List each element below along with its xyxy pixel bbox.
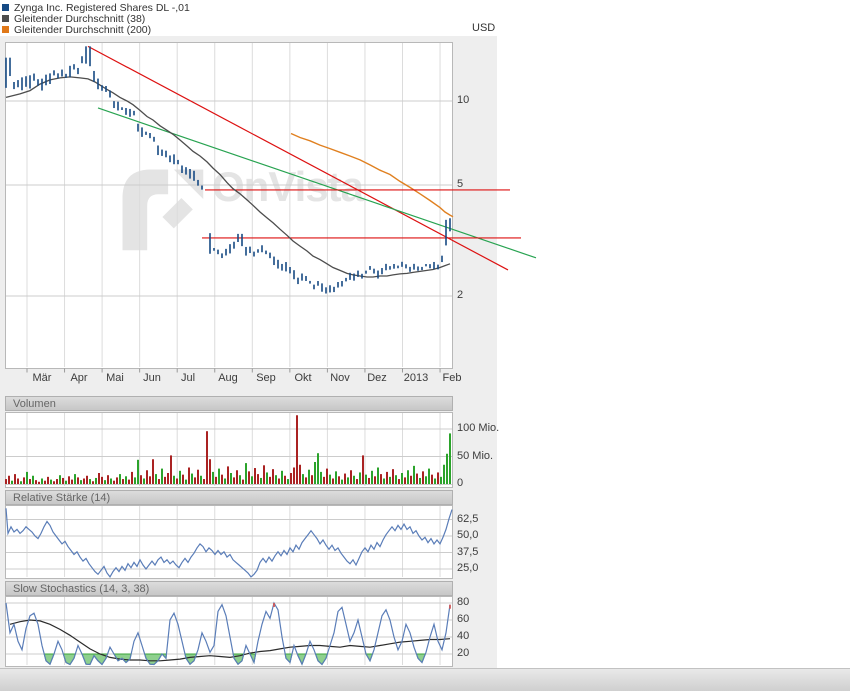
- volume-plot: [5, 412, 453, 488]
- bottom-status-bar: [0, 668, 850, 691]
- volume-panel-header: Volumen: [5, 396, 453, 411]
- rsi-panel-header: Relative Stärke (14): [5, 490, 453, 505]
- legend-item-price: Zynga Inc. Registered Shares DL -,01: [2, 2, 190, 13]
- chart-application: Zynga Inc. Registered Shares DL -,01 Gle…: [0, 0, 850, 691]
- legend-item-ma38: Gleitender Durchschnitt (38): [2, 13, 190, 24]
- price-series-swatch-icon: [2, 4, 9, 11]
- stochastics-plot: [5, 596, 453, 667]
- stochastics-panel-header: Slow Stochastics (14, 3, 38): [5, 581, 453, 596]
- legend-item-ma200: Gleitender Durchschnitt (200): [2, 24, 190, 35]
- ma200-swatch-icon: [2, 26, 9, 33]
- ma38-swatch-icon: [2, 15, 9, 22]
- chart-legend: Zynga Inc. Registered Shares DL -,01 Gle…: [2, 2, 190, 35]
- currency-label: USD: [472, 22, 495, 34]
- rsi-plot: [5, 505, 453, 579]
- main-price-plot: [5, 42, 453, 369]
- legend-item-label: Gleitender Durchschnitt (200): [14, 24, 151, 36]
